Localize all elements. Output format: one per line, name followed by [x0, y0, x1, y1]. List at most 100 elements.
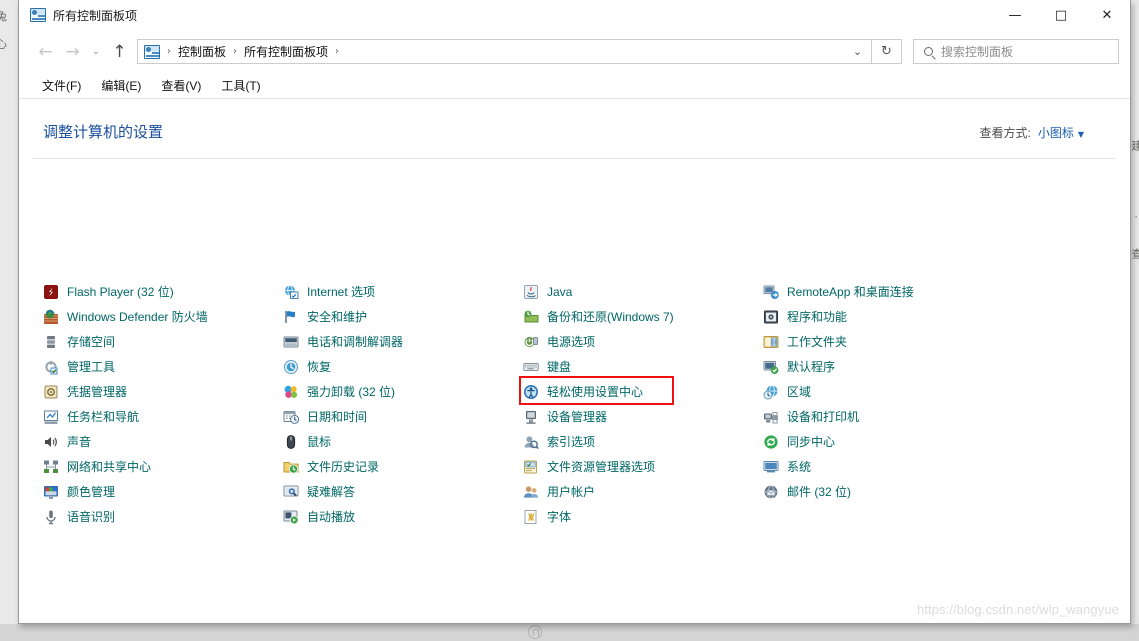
control-panel-item[interactable]: 文件历史记录 — [283, 454, 523, 479]
control-panel-item[interactable]: 自动播放 — [283, 504, 523, 529]
control-panel-item[interactable]: 电话和调制解调器 — [283, 329, 523, 354]
view-by-value[interactable]: 小图标 — [1038, 124, 1074, 141]
control-panel-item[interactable]: 邮件 (32 位) — [763, 479, 1013, 504]
breadcrumb-item-all-items[interactable]: 所有控制面板项 — [239, 41, 333, 62]
control-panel-item-label: Windows Defender 防火墙 — [67, 310, 208, 324]
fonts-icon — [523, 509, 539, 525]
date-time-icon — [283, 409, 300, 425]
control-panel-item[interactable]: 备份和还原(Windows 7) — [523, 304, 763, 329]
credential-manager-icon — [43, 384, 59, 400]
control-panel-item[interactable]: 设备管理器 — [523, 404, 763, 429]
menu-view[interactable]: 查看(V) — [152, 74, 210, 97]
control-panel-item[interactable]: 疑难解答 — [283, 479, 523, 504]
control-panel-item[interactable]: 恢复 — [283, 354, 523, 379]
control-panel-item-label: 日期和时间 — [307, 410, 368, 424]
control-panel-item[interactable]: 管理工具 — [43, 354, 283, 379]
view-by-control[interactable]: 查看方式: 小图标 ▼ — [979, 124, 1108, 141]
speech-recognition-icon — [43, 509, 59, 525]
control-panel-item[interactable]: 用户帐户 — [523, 479, 763, 504]
address-dropdown-icon[interactable]: ⌄ — [844, 40, 871, 63]
breadcrumb-item-control-panel[interactable]: 控制面板 — [173, 41, 231, 62]
control-panel-item[interactable]: 轻松使用设置中心 — [519, 376, 763, 405]
control-panel-item[interactable]: 语音识别 — [43, 504, 283, 529]
control-panel-item[interactable]: 声音 — [43, 429, 283, 454]
breadcrumb: › 控制面板 › 所有控制面板项 › — [138, 41, 844, 62]
control-panel-item-label: Internet 选项 — [307, 285, 376, 299]
control-panel-item[interactable]: 程序和功能 — [763, 304, 1013, 329]
menu-tools[interactable]: 工具(T) — [212, 74, 269, 97]
control-panel-item[interactable]: Java — [523, 279, 763, 304]
administrative-tools-icon — [43, 359, 59, 375]
storage-spaces-icon — [43, 334, 59, 350]
control-panel-item[interactable]: 任务栏和导航 — [43, 404, 283, 429]
content-header: 调整计算机的设置 查看方式: 小图标 ▼ — [19, 99, 1130, 142]
menu-edit[interactable]: 编辑(E) — [92, 74, 150, 97]
programs-features-icon — [763, 309, 779, 325]
control-panel-item-label: 程序和功能 — [787, 310, 848, 324]
desktop-icon-fragment: 心 — [0, 39, 7, 51]
control-panel-item-label: 存储空间 — [67, 335, 116, 349]
control-panel-item[interactable]: 同步中心 — [763, 429, 1013, 454]
ease-of-access-icon — [523, 384, 539, 400]
work-folders-icon — [763, 334, 779, 350]
minimize-button[interactable]: — — [992, 0, 1038, 31]
control-panel-item[interactable]: Windows Defender 防火墙 — [43, 304, 283, 329]
breadcrumb-control-panel-icon[interactable] — [144, 44, 160, 59]
breadcrumb-separator[interactable]: › — [231, 46, 239, 57]
items-column-3: Java 备份和还原(Windows 7) 电源选项键盘 轻松使用设置中心 设备管理器索… — [519, 279, 763, 529]
control-panel-item-label: 安全和维护 — [307, 310, 368, 324]
page-title: 调整计算机的设置 — [43, 124, 164, 141]
control-panel-item-label: 电源选项 — [547, 335, 596, 349]
control-panel-item[interactable]: 网络和共享中心 — [43, 454, 283, 479]
control-panel-item[interactable]: 安全和维护 — [283, 304, 523, 329]
up-icon[interactable]: ↑ — [106, 38, 133, 66]
navigation-bar: ← → ⌄ ↑ › 控制面板 › 所有控制面板项 › ⌄ ↻ 搜索控制面板 — [19, 31, 1130, 72]
control-panel-item[interactable]: 默认程序 — [763, 354, 1013, 379]
control-panel-item[interactable]: 文件资源管理器选项 — [523, 454, 763, 479]
maximize-button[interactable]: □ — [1038, 0, 1084, 31]
control-panel-item[interactable]: 设备和打印机 — [763, 404, 1013, 429]
control-panel-item[interactable]: Flash Player (32 位) — [43, 279, 283, 304]
forward-icon[interactable]: → — [59, 38, 86, 66]
control-panel-item-label: 设备和打印机 — [787, 410, 860, 424]
breadcrumb-separator[interactable]: › — [333, 46, 341, 57]
desktop-icon-fragment: 兔 — [0, 11, 7, 23]
troubleshooting-icon — [283, 484, 299, 500]
control-panel-item[interactable]: 字体 — [523, 504, 763, 529]
keyboard-icon — [523, 359, 539, 375]
control-panel-item[interactable]: 存储空间 — [43, 329, 283, 354]
recent-locations-icon[interactable]: ⌄ — [86, 38, 106, 66]
control-panel-item[interactable]: 强力卸载 (32 位) — [283, 379, 523, 404]
control-panel-item[interactable]: 日期和时间 — [283, 404, 523, 429]
control-panel-item[interactable]: RemoteApp 和桌面连接 — [763, 279, 1013, 304]
control-panel-item[interactable]: 电源选项 — [523, 329, 763, 354]
chevron-down-icon[interactable]: ▼ — [1078, 130, 1084, 139]
region-icon — [763, 384, 779, 400]
refresh-button[interactable]: ↻ — [872, 39, 902, 64]
control-panel-item[interactable]: 颜色管理 — [43, 479, 283, 504]
control-panel-item[interactable]: Internet 选项 — [283, 279, 523, 304]
remoteapp-icon — [763, 284, 779, 300]
close-button[interactable]: ✕ — [1084, 0, 1130, 31]
system-icon — [763, 459, 779, 475]
control-panel-item[interactable]: 索引选项 — [523, 429, 763, 454]
control-panel-item[interactable]: 键盘 — [523, 354, 763, 379]
header-divider — [33, 158, 1116, 159]
control-panel-item[interactable]: 系统 — [763, 454, 1013, 479]
search-input[interactable]: 搜索控制面板 — [913, 39, 1119, 64]
control-panel-item[interactable]: 凭据管理器 — [43, 379, 283, 404]
taskbar-app-icon[interactable] — [528, 625, 542, 639]
firewall-icon — [43, 309, 59, 325]
back-icon[interactable]: ← — [32, 38, 59, 66]
menu-file[interactable]: 文件(F) — [33, 74, 90, 97]
window-title: 所有控制面板项 — [53, 8, 138, 23]
breadcrumb-separator[interactable]: › — [165, 46, 173, 57]
control-panel-item-label: Java — [547, 284, 573, 299]
sync-center-icon — [763, 434, 779, 450]
control-panel-item[interactable]: 鼠标 — [283, 429, 523, 454]
mail-icon — [763, 484, 779, 500]
control-panel-item[interactable]: 工作文件夹 — [763, 329, 1013, 354]
control-panel-item-label: 声音 — [67, 435, 92, 449]
address-bar[interactable]: › 控制面板 › 所有控制面板项 › ⌄ — [137, 39, 872, 64]
control-panel-item[interactable]: 区域 — [763, 379, 1013, 404]
